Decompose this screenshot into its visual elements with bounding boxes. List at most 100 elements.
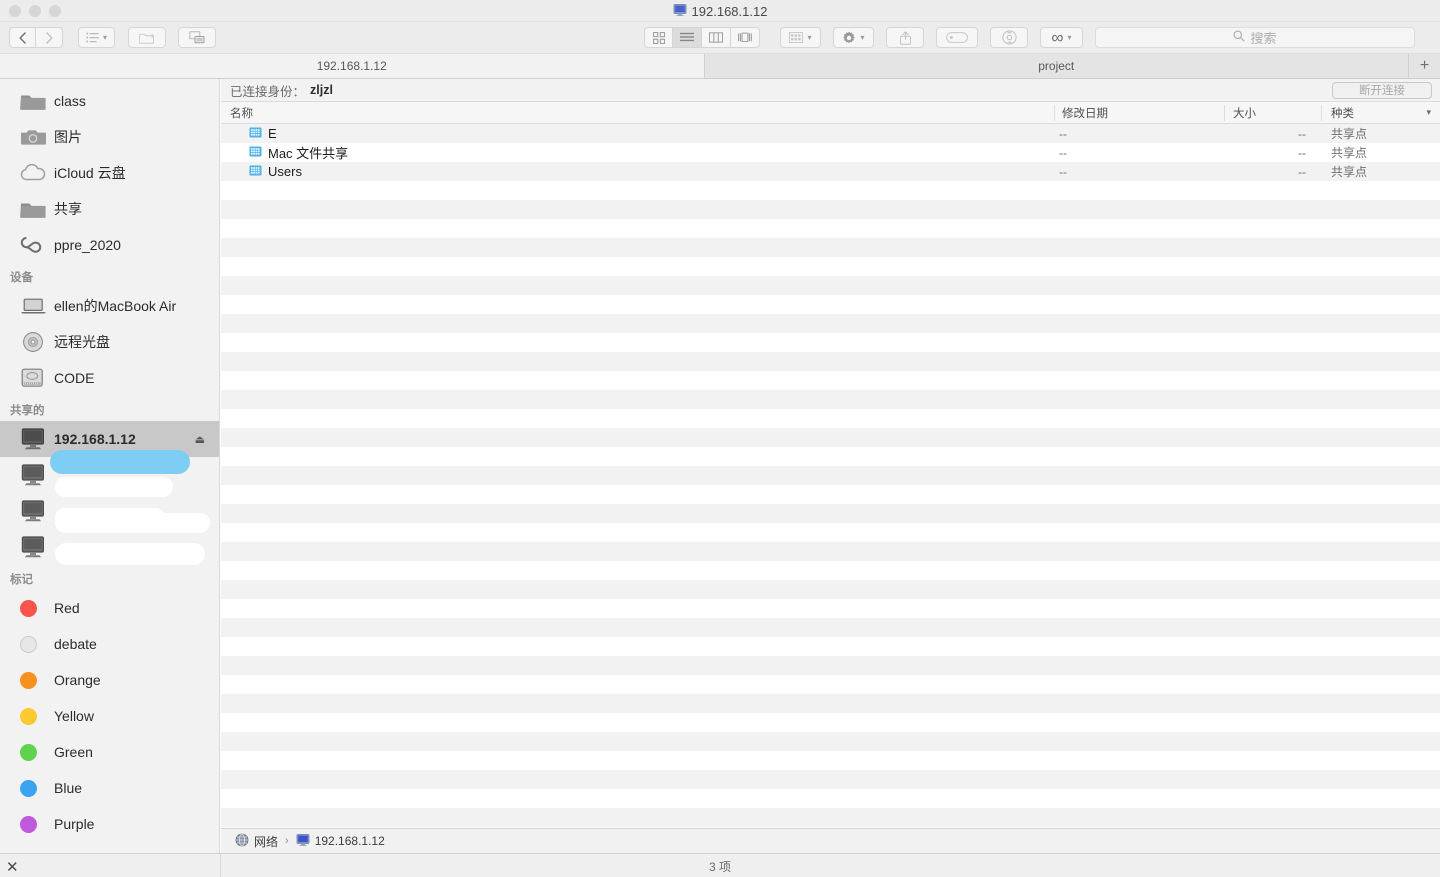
column-header-size[interactable]: 大小 bbox=[1233, 102, 1256, 124]
redaction-mark bbox=[55, 543, 205, 565]
item-count-label: 3 项 bbox=[708, 859, 731, 874]
back-button[interactable] bbox=[9, 27, 36, 48]
empty-row bbox=[221, 390, 1440, 409]
view-gallery-button[interactable] bbox=[731, 27, 760, 48]
sidebar-item-label: Orange bbox=[54, 672, 101, 688]
empty-row bbox=[221, 295, 1440, 314]
sidebar-item-icloud-drive[interactable]: iCloud 云盘 bbox=[0, 155, 219, 191]
empty-row bbox=[221, 466, 1440, 485]
airdrop-button[interactable] bbox=[990, 27, 1028, 48]
disconnect-button[interactable]: 断开连接 bbox=[1332, 81, 1432, 99]
tag-dot-icon bbox=[20, 599, 50, 617]
file-list: E -- -- 共享点 Mac 文件共享 -- -- 共享点 Users -- … bbox=[221, 124, 1440, 865]
action-menu-button[interactable]: ▾ bbox=[833, 27, 874, 48]
sidebar-item-label: 共享 bbox=[54, 201, 82, 217]
column-header-name[interactable]: 名称 bbox=[230, 102, 253, 124]
empty-row bbox=[221, 618, 1440, 637]
sidebar-group-devices-title: 设备 bbox=[10, 272, 33, 284]
tag-dot-icon bbox=[20, 671, 50, 689]
sidebar-item-tag-purple[interactable]: Purple bbox=[0, 806, 219, 842]
tag-button[interactable] bbox=[936, 27, 978, 48]
sidebar-item-tag-yellow[interactable]: Yellow bbox=[0, 698, 219, 734]
camera-icon bbox=[20, 127, 50, 147]
file-name-cell: Mac 文件共享 bbox=[249, 143, 348, 162]
tab-project[interactable]: project bbox=[704, 54, 1409, 78]
table-row[interactable]: Users -- -- 共享点 bbox=[221, 162, 1440, 181]
sidebar-item-class[interactable]: class bbox=[0, 83, 219, 119]
navigation-buttons bbox=[9, 27, 63, 48]
sidebar-item-label: ellen的MacBook Air bbox=[54, 298, 177, 314]
file-kind: 共享点 bbox=[1331, 146, 1368, 160]
sidebar-item-label: Red bbox=[54, 600, 80, 616]
empty-row bbox=[221, 238, 1440, 257]
group-by-button[interactable]: ▾ bbox=[780, 27, 821, 48]
file-name: Users bbox=[268, 164, 302, 179]
sidebar-item-label: Yellow bbox=[54, 708, 94, 724]
view-list-button[interactable] bbox=[673, 27, 702, 48]
finder-window: 192.168.1.12 ▾ ▾ ▾ ∞ ▾ 搜索 192.168.1.12 p… bbox=[0, 0, 1440, 877]
redaction-mark bbox=[55, 513, 210, 533]
empty-row bbox=[221, 333, 1440, 352]
redaction-mark bbox=[50, 450, 190, 474]
sidebar-item-label: iCloud 云盘 bbox=[54, 165, 126, 181]
sidebar-item-pictures[interactable]: 图片 bbox=[0, 119, 219, 155]
column-header-date[interactable]: 修改日期 bbox=[1062, 102, 1108, 124]
sidebar-item-tag-red[interactable]: Red bbox=[0, 590, 219, 626]
screen-share-button[interactable] bbox=[178, 27, 216, 48]
sidebar-item-label: debate bbox=[54, 636, 97, 652]
sidebar-item-label: Blue bbox=[54, 780, 83, 796]
tab-bar: 192.168.1.12 project + bbox=[0, 54, 1440, 79]
share-button[interactable] bbox=[886, 27, 924, 48]
server-monitor-icon bbox=[20, 427, 50, 451]
tag-dot-icon bbox=[20, 815, 50, 833]
tab-192-168-1-12[interactable]: 192.168.1.12 bbox=[0, 54, 705, 78]
empty-row bbox=[221, 675, 1440, 694]
sidebar-item-label: 192.168.1.12 bbox=[54, 431, 136, 447]
empty-row bbox=[221, 713, 1440, 732]
sidebar-item-ppre-2020[interactable]: ppre_2020 bbox=[0, 227, 219, 263]
path-item-network[interactable]: 网络 bbox=[235, 833, 278, 850]
column-header-kind[interactable]: 种类 bbox=[1331, 102, 1354, 124]
tag-dot-icon bbox=[20, 635, 50, 653]
eject-button[interactable]: ⏏ bbox=[195, 433, 205, 446]
table-row[interactable]: E -- -- 共享点 bbox=[221, 124, 1440, 143]
sidebar-item-tag-debate[interactable]: debate bbox=[0, 626, 219, 662]
empty-rows-region bbox=[221, 181, 1440, 865]
title-bar: 192.168.1.12 bbox=[0, 0, 1440, 22]
redaction-mark bbox=[55, 477, 173, 497]
table-row[interactable]: Mac 文件共享 -- -- 共享点 bbox=[221, 143, 1440, 162]
arrange-button[interactable]: ▾ bbox=[78, 27, 115, 48]
chevron-down-icon: ▾ bbox=[807, 33, 812, 42]
empty-row bbox=[221, 181, 1440, 200]
column-options-chevron-down-icon[interactable]: ▾ bbox=[1426, 107, 1431, 118]
share-point-icon bbox=[249, 126, 262, 142]
sidebar-item-tag-green[interactable]: Green bbox=[0, 734, 219, 770]
empty-row bbox=[221, 276, 1440, 295]
empty-row bbox=[221, 694, 1440, 713]
new-tab-button[interactable]: + bbox=[1409, 54, 1440, 78]
sidebar-item-label: 图片 bbox=[54, 129, 82, 145]
search-input[interactable]: 搜索 bbox=[1095, 27, 1415, 48]
sidebar-item-label: CODE bbox=[54, 370, 95, 386]
disc-icon bbox=[20, 331, 50, 353]
sidebar-item-shared-folder[interactable]: 共享 bbox=[0, 191, 219, 227]
new-folder-button[interactable] bbox=[128, 27, 166, 48]
sidebar-item-tag-orange[interactable]: Orange bbox=[0, 662, 219, 698]
sidebar-item-macbook-air[interactable]: ellen的MacBook Air bbox=[0, 288, 219, 324]
forward-button[interactable] bbox=[36, 27, 63, 48]
view-column-button[interactable] bbox=[702, 27, 731, 48]
sidebar-group-shared-title: 共享的 bbox=[10, 405, 45, 417]
sidebar-item-remote-disc[interactable]: 远程光盘 bbox=[0, 324, 219, 360]
dropbox-button[interactable]: ∞ ▾ bbox=[1040, 27, 1083, 48]
empty-row bbox=[221, 428, 1440, 447]
server-monitor-icon bbox=[20, 535, 50, 559]
folder-icon bbox=[20, 199, 50, 219]
search-placeholder: 搜索 bbox=[1250, 31, 1277, 46]
path-item-server[interactable]: 192.168.1.12 bbox=[296, 833, 385, 850]
sidebar-item-tag-blue[interactable]: Blue bbox=[0, 770, 219, 806]
server-monitor-icon bbox=[296, 833, 310, 850]
tag-dot-icon bbox=[20, 779, 50, 797]
file-size: -- bbox=[1298, 126, 1306, 141]
sidebar-item-code-drive[interactable]: CODE bbox=[0, 360, 219, 396]
view-icon-button[interactable] bbox=[644, 27, 673, 48]
